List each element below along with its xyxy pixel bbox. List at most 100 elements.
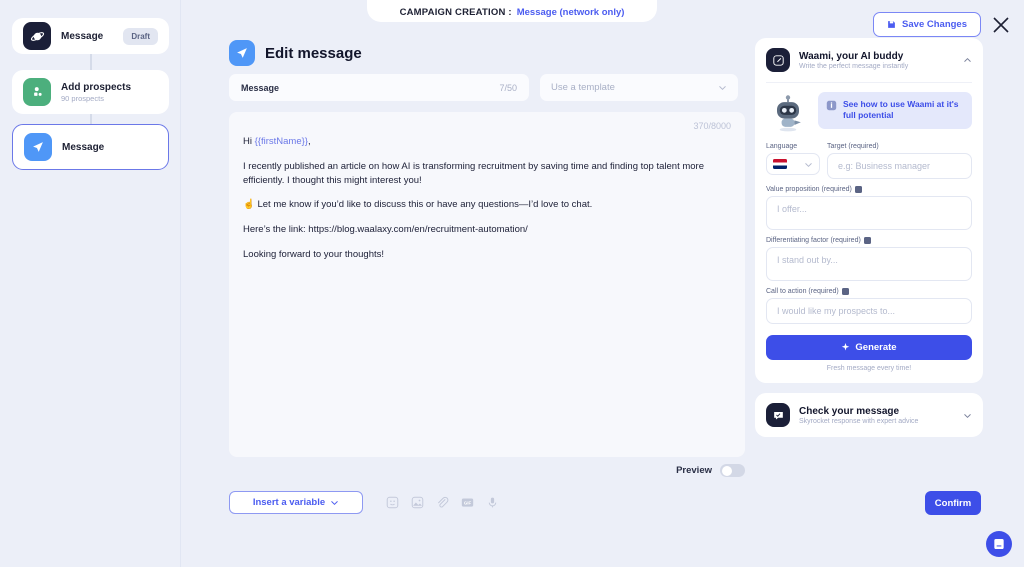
chevron-down-icon	[719, 86, 726, 91]
value-proposition-input[interactable]: I offer...	[766, 196, 972, 230]
preview-label: Preview	[676, 465, 712, 476]
send-icon	[24, 133, 52, 161]
gif-icon[interactable]: GIF	[460, 495, 475, 510]
status-badge: Draft	[123, 27, 158, 45]
people-icon	[23, 78, 51, 106]
step-title: Message	[61, 30, 104, 42]
target-column: Target (required) e.g: Business manager	[827, 136, 972, 179]
differentiating-factor-input[interactable]: I stand out by...	[766, 247, 972, 281]
insert-variable-label: Insert a variable	[252, 497, 326, 508]
generate-note: Fresh message every time!	[826, 365, 912, 372]
confirm-label: Confirm	[934, 497, 972, 509]
message-paragraph: Looking forward to your thoughts!	[243, 248, 385, 260]
first-name-variable: {{firstName}}	[254, 136, 308, 147]
differentiating-factor-label-text: Differentiating factor (required)	[766, 237, 861, 244]
image-icon[interactable]	[410, 495, 425, 510]
confirm-button[interactable]: Confirm	[925, 491, 981, 515]
call-to-action-input[interactable]: I would like my prospects to...	[766, 298, 972, 324]
tooltip-icon[interactable]	[841, 288, 849, 295]
value-proposition-label: Value proposition (required)	[766, 186, 972, 193]
robot-mascot-icon	[777, 95, 801, 132]
check-message-card[interactable]: Check your message Skyrocket response wi…	[755, 393, 983, 437]
save-changes-button[interactable]: Save Changes	[873, 12, 981, 37]
message-body-text[interactable]: Hi {{firstName}}, I recently published a…	[243, 135, 731, 273]
svg-text:GIF: GIF	[464, 501, 472, 506]
language-label: Language	[766, 143, 798, 150]
tooltip-icon[interactable]	[854, 186, 862, 193]
language-select[interactable]	[766, 153, 820, 175]
toggle-knob	[721, 465, 732, 476]
step-connector	[90, 114, 92, 124]
close-button[interactable]	[990, 14, 1012, 36]
sidebar: Message Draft Add prospects 90 prospects…	[0, 0, 181, 567]
campaign-header-tab: CAMPAIGN CREATION : Message (network onl…	[367, 0, 657, 22]
info-icon	[826, 100, 837, 111]
sidebar-step-add-prospects[interactable]: Add prospects 90 prospects	[12, 70, 169, 114]
greeting-prefix: Hi	[243, 136, 255, 147]
right-panel: Waami, your AI buddy Write the perfect m…	[755, 38, 983, 447]
waami-intro-row: See how to use Waami at it's full potent…	[766, 92, 972, 136]
campaign-header-label: CAMPAIGN CREATION :	[399, 7, 512, 18]
sidebar-step-message-selected[interactable]: Message	[12, 124, 169, 170]
tooltip-icon[interactable]	[863, 237, 871, 244]
message-paragraph: Here’s the link: https://blog.waalaxy.co…	[243, 224, 528, 236]
target-input[interactable]: e.g: Business manager	[827, 153, 972, 179]
message-paragraph: I recently published an article on how A…	[243, 160, 704, 186]
chat-widget-icon	[994, 538, 1004, 550]
close-icon	[993, 17, 1009, 33]
message-paragraph: ☝ Let me know if you’d like to discuss t…	[243, 199, 593, 211]
call-to-action-label-text: Call to action (required)	[766, 288, 839, 295]
check-message-title: Check your message	[799, 405, 900, 417]
message-editor[interactable]: 370/8000 Hi {{firstName}}, I recently pu…	[229, 112, 745, 457]
waami-card: Waami, your AI buddy Write the perfect m…	[755, 38, 983, 383]
chat-widget-button[interactable]	[986, 531, 1012, 557]
language-column: Language	[766, 136, 820, 179]
save-changes-label: Save Changes	[902, 19, 967, 30]
edit-message-header: Edit message	[229, 40, 362, 66]
page-title: Edit message	[265, 44, 362, 62]
chevron-up-icon[interactable]	[963, 56, 972, 65]
pencil-square-icon	[766, 48, 790, 72]
template-select-label: Use a template	[551, 82, 615, 93]
check-message-header[interactable]: Check your message Skyrocket response wi…	[755, 393, 983, 437]
waami-card-header[interactable]: Waami, your AI buddy Write the perfect m…	[755, 38, 983, 82]
voice-note-icon[interactable]	[485, 495, 500, 510]
message-name-input[interactable]: Message 7/50	[229, 74, 529, 101]
waami-title: Waami, your AI buddy	[799, 50, 904, 62]
preview-toggle-row: Preview	[229, 464, 745, 477]
insert-variable-button[interactable]: Insert a variable	[229, 491, 363, 514]
editor-toolbar: Insert a variable GIF	[229, 491, 500, 514]
waami-info-banner[interactable]: See how to use Waami at it's full potent…	[818, 92, 972, 129]
sidebar-step-message-draft[interactable]: Message Draft	[12, 18, 169, 54]
save-disk-icon	[888, 21, 895, 28]
send-icon	[229, 40, 255, 66]
step-title: Message	[62, 141, 105, 153]
value-proposition-label-text: Value proposition (required)	[766, 186, 852, 193]
check-message-subtitle: Skyrocket response with expert advice	[799, 417, 919, 425]
divider	[766, 82, 972, 83]
message-name-label: Message	[241, 82, 280, 93]
character-counter: 370/8000	[693, 121, 731, 131]
target-label: Target (required)	[827, 143, 879, 150]
emoji-icon[interactable]	[385, 495, 400, 510]
language-target-row: Language Target (required) e.g: Business…	[766, 136, 972, 179]
preview-toggle[interactable]	[720, 464, 745, 477]
campaign-name[interactable]: Message (network only)	[517, 7, 625, 18]
message-greeting: Hi {{firstName}},	[243, 135, 731, 149]
call-to-action-label: Call to action (required)	[766, 288, 972, 295]
greeting-suffix: ,	[307, 136, 311, 147]
uk-flag-icon	[773, 159, 787, 169]
step-title: Add prospects	[61, 81, 132, 93]
sparkle-icon	[842, 343, 850, 351]
chevron-down-icon	[331, 501, 338, 506]
step-subtitle: 90 prospects	[61, 93, 104, 103]
chevron-down-icon[interactable]	[963, 411, 972, 420]
waami-info-banner-text: See how to use Waami at it's full potent…	[843, 99, 959, 121]
message-check-icon	[766, 403, 790, 427]
differentiating-factor-label: Differentiating factor (required)	[766, 237, 972, 244]
chevron-down-icon	[805, 162, 812, 167]
template-select[interactable]: Use a template	[540, 74, 738, 101]
attachment-icon[interactable]	[435, 495, 450, 510]
generate-button[interactable]: Generate	[766, 335, 972, 360]
generate-label: Generate	[855, 342, 897, 353]
